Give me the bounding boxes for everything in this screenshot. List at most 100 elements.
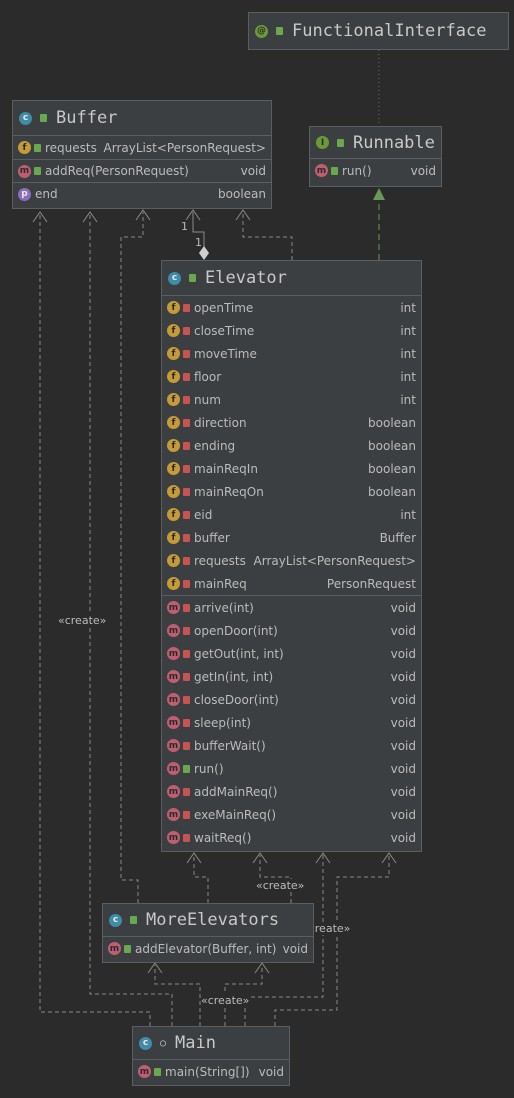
property-row[interactable]: p end boolean [13,182,271,205]
field-row[interactable]: f mainReq PersonRequest [162,572,421,595]
field-type: boolean [368,415,416,430]
implements-arrowhead [373,188,385,200]
class-icon: c [109,913,122,927]
field-type: ArrayList<PersonRequest> [253,553,416,568]
lock-icon [183,487,190,496]
field-row[interactable]: f mainReqIn boolean [162,457,421,480]
public-icon [40,114,47,122]
functional-interface-node[interactable]: @ FunctionalInterface [248,12,509,50]
method-type: void [390,715,416,730]
method-row[interactable]: m sleep(int) void [162,711,421,734]
method-row[interactable]: m addReq(PersonRequest) void [13,159,271,182]
main-node[interactable]: c ○ Main m main(String[]) void [132,1026,290,1086]
method-name: openDoor(int) [194,623,278,638]
method-icon: m [167,716,180,729]
field-icon: f [18,141,31,154]
field-icon: f [167,416,180,429]
more-elevators-node[interactable]: c MoreElevators m addElevator(Buffer, in… [102,903,314,963]
field-row[interactable]: f ending boolean [162,434,421,457]
method-name: arrive(int) [194,600,254,615]
field-type: boolean [368,461,416,476]
field-row[interactable]: f num int [162,388,421,411]
method-row[interactable]: m closeDoor(int) void [162,688,421,711]
interface-icon: I [316,136,329,149]
lock-icon [183,372,190,381]
runnable-node[interactable]: I Runnable m run() void [309,126,442,187]
method-type: void [390,669,416,684]
field-list: f openTime int f closeTime int f moveTime int f fl… [162,296,421,595]
field-type: int [400,507,416,522]
method-name: main(String[]) [165,1064,250,1079]
field-row[interactable]: f direction boolean [162,411,421,434]
method-name: run() [342,163,372,178]
method-list: m arrive(int) void m openDoor(int) void m getOu… [162,595,421,849]
method-row[interactable]: m bufferWait() void [162,734,421,757]
method-row[interactable]: m run() void [310,159,441,182]
method-type: void [390,600,416,615]
method-name: sleep(int) [194,715,251,730]
lock-icon [183,326,190,335]
field-icon: f [167,485,180,498]
method-icon: m [108,942,121,955]
public-icon [124,944,131,953]
method-name: getIn(int, int) [194,669,274,684]
class-icon: c [168,271,181,285]
field-row[interactable]: f requests ArrayList<PersonRequest> [162,549,421,572]
field-type: boolean [368,484,416,499]
field-icon: f [167,577,180,590]
method-name: addReq(PersonRequest) [45,164,189,178]
public-icon [34,143,41,152]
class-name: FunctionalInterface [292,21,487,41]
elevator-node[interactable]: c Elevator f openTime int f closeTime int f mov… [161,260,422,852]
method-name: bufferWait() [194,738,266,753]
field-row[interactable]: f closeTime int [162,319,421,342]
field-row[interactable]: f eid int [162,503,421,526]
method-icon: m [167,739,180,752]
class-icon: c [139,1036,152,1050]
field-name: num [194,392,221,407]
field-row[interactable]: f requests ArrayList<PersonRequest> [13,136,271,159]
field-row[interactable]: f mainReqOn boolean [162,480,421,503]
method-row[interactable]: m main(String[]) void [133,1060,289,1083]
buffer-node[interactable]: c Buffer f requests ArrayList<PersonRequ… [12,100,272,209]
dependency-edge [154,965,201,1026]
static-method-icon: m [138,1065,151,1078]
field-type: int [400,300,416,315]
property-type: boolean [218,187,266,201]
method-icon: m [167,693,180,706]
field-type: Buffer [379,530,416,545]
method-type: void [258,1064,284,1079]
method-row[interactable]: m addMainReq() void [162,780,421,803]
field-name: requests [194,553,246,568]
public-icon [337,138,344,147]
field-row[interactable]: f buffer Buffer [162,526,421,549]
field-type: ArrayList<PersonRequest> [103,140,266,155]
method-icon: m [167,762,180,775]
field-row[interactable]: f floor int [162,365,421,388]
public-icon [183,764,190,773]
method-row[interactable]: m arrive(int) void [162,596,421,619]
field-name: openTime [194,300,254,315]
field-row[interactable]: f openTime int [162,296,421,319]
method-type: void [390,623,416,638]
method-type: void [390,646,416,661]
field-row[interactable]: f moveTime int [162,342,421,365]
method-name: exeMainReq() [194,807,277,822]
method-row[interactable]: m run() void [162,757,421,780]
method-row[interactable]: m exeMainReq() void [162,803,421,826]
dependency-edge [242,212,293,260]
method-type: void [390,807,416,822]
field-icon: f [167,531,180,544]
lock-icon [183,810,190,819]
method-row[interactable]: m addElevator(Buffer, int) void [103,937,313,960]
public-icon [154,1067,161,1076]
lock-icon [183,626,190,635]
method-row[interactable]: m openDoor(int) void [162,619,421,642]
method-row[interactable]: m getOut(int, int) void [162,642,421,665]
lock-icon [183,441,190,450]
field-icon: f [167,554,180,567]
lock-icon [183,649,190,658]
lock-icon [183,303,190,312]
method-row[interactable]: m getIn(int, int) void [162,665,421,688]
method-row[interactable]: m waitReq() void [162,826,421,849]
